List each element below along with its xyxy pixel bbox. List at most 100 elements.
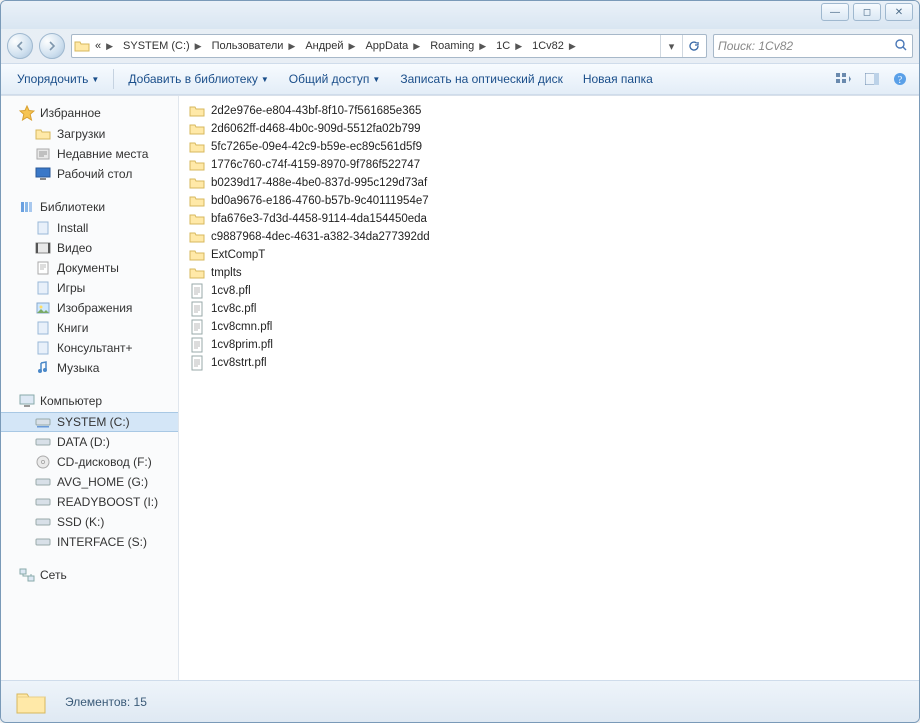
list-item[interactable]: b0239d17-488e-4be0-837d-995c129d73af (185, 174, 913, 192)
sidebar-item-music[interactable]: Музыка (1, 358, 178, 378)
list-item[interactable]: bfa676e3-7d3d-4458-9114-4da154450eda (185, 210, 913, 228)
list-item[interactable]: 1cv8.pfl (185, 282, 913, 300)
computer-header[interactable]: Компьютер (1, 390, 178, 412)
chevron-down-icon: ▼ (261, 75, 269, 84)
sidebar-item-drive-k[interactable]: SSD (K:) (1, 512, 178, 532)
item-label: Недавние места (57, 147, 148, 161)
sidebar-item-drive-d[interactable]: DATA (D:) (1, 432, 178, 452)
file-name: b0239d17-488e-4be0-837d-995c129d73af (211, 177, 427, 189)
refresh-button[interactable] (682, 35, 704, 57)
list-item[interactable]: 2d2e976e-e804-43bf-8f10-7f561685e365 (185, 102, 913, 120)
sidebar-item-recent[interactable]: Недавние места (1, 144, 178, 164)
list-item[interactable]: 5fc7265e-09e4-42c9-b59e-ec89c561d5f9 (185, 138, 913, 156)
sidebar-item-drive-g[interactable]: AVG_HOME (G:) (1, 472, 178, 492)
file-name: 2d6062ff-d468-4b0c-909d-5512fa02b799 (211, 123, 421, 135)
share-button[interactable]: Общий доступ▼ (281, 68, 389, 90)
item-label: Музыка (57, 361, 99, 375)
drive-icon (35, 474, 51, 490)
new-folder-button[interactable]: Новая папка (575, 68, 661, 90)
explorer-window: — ◻ ✕ «▶ SYSTEM (C:)▶ Пользователи▶ Андр… (0, 0, 920, 723)
minimize-button[interactable]: — (821, 3, 849, 21)
folder-icon (189, 103, 205, 119)
close-button[interactable]: ✕ (885, 3, 913, 21)
search-input[interactable]: Поиск: 1Cv82 (713, 34, 913, 58)
drive-icon (35, 534, 51, 550)
item-label: Консультант+ (57, 341, 133, 355)
books-icon (35, 320, 51, 336)
svg-text:?: ? (898, 75, 903, 86)
file-icon (189, 301, 205, 317)
list-item[interactable]: 2d6062ff-d468-4b0c-909d-5512fa02b799 (185, 120, 913, 138)
breadcrumb-label: Roaming (430, 40, 474, 52)
burn-label: Записать на оптический диск (400, 72, 563, 86)
breadcrumb-prefix[interactable]: «▶ (90, 35, 118, 57)
list-item[interactable]: 1776c760-c74f-4159-8970-9f786f522747 (185, 156, 913, 174)
network-icon (19, 567, 35, 583)
breadcrumb-item[interactable]: 1C▶ (491, 35, 527, 57)
file-name: 1cv8strt.pfl (211, 357, 267, 369)
breadcrumb-item[interactable]: SYSTEM (C:)▶ (118, 35, 207, 57)
preview-pane-button[interactable] (861, 69, 883, 89)
sidebar-item-desktop[interactable]: Рабочий стол (1, 164, 178, 184)
pictures-icon (35, 300, 51, 316)
help-button[interactable]: ? (889, 69, 911, 89)
organize-button[interactable]: Упорядочить▼ (9, 68, 107, 90)
chevron-down-icon: ▼ (91, 75, 99, 84)
sidebar-item-drive-i[interactable]: READYBOOST (I:) (1, 492, 178, 512)
burn-button[interactable]: Записать на оптический диск (392, 68, 571, 90)
forward-button[interactable] (39, 33, 65, 59)
games-icon (35, 280, 51, 296)
sidebar-item-video[interactable]: Видео (1, 238, 178, 258)
command-bar: Упорядочить▼ Добавить в библиотеку▼ Общи… (1, 63, 919, 95)
list-item[interactable]: tmplts (185, 264, 913, 282)
network-header[interactable]: Сеть (1, 564, 178, 586)
view-options-button[interactable] (833, 69, 855, 89)
history-dropdown[interactable]: ▾ (660, 35, 682, 57)
file-icon (189, 283, 205, 299)
favorites-header[interactable]: Избранное (1, 102, 178, 124)
list-item[interactable]: c9887968-4dec-4631-a382-34da277392dd (185, 228, 913, 246)
sidebar-item-documents[interactable]: Документы (1, 258, 178, 278)
item-label: AVG_HOME (G:) (57, 475, 148, 489)
breadcrumb-item[interactable]: Андрей▶ (300, 35, 360, 57)
list-item[interactable]: 1cv8c.pfl (185, 300, 913, 318)
breadcrumb-item[interactable]: 1Cv82▶ (527, 35, 581, 57)
libraries-section: Библиотеки Install Видео Документы Игры … (1, 196, 178, 378)
item-label: INTERFACE (S:) (57, 535, 147, 549)
network-section: Сеть (1, 564, 178, 586)
folder-icon (74, 38, 90, 54)
sidebar-item-drive-f[interactable]: CD-дисковод (F:) (1, 452, 178, 472)
star-icon (19, 105, 35, 121)
breadcrumb-item[interactable]: Пользователи▶ (207, 35, 301, 57)
sidebar-item-games[interactable]: Игры (1, 278, 178, 298)
favorites-section: Избранное Загрузки Недавние места Рабочи… (1, 102, 178, 184)
back-button[interactable] (7, 33, 33, 59)
list-item[interactable]: 1cv8prim.pfl (185, 336, 913, 354)
sidebar-item-install[interactable]: Install (1, 218, 178, 238)
libraries-header[interactable]: Библиотеки (1, 196, 178, 218)
list-item[interactable]: 1cv8strt.pfl (185, 354, 913, 372)
sidebar-item-drive-c[interactable]: SYSTEM (C:) (1, 412, 178, 432)
breadcrumb-label: 1Cv82 (532, 40, 564, 52)
sidebar-item-consultant[interactable]: Консультант+ (1, 338, 178, 358)
list-item[interactable]: 1cv8cmn.pfl (185, 318, 913, 336)
list-item[interactable]: bd0a9676-e186-4760-b57b-9c40111954e7 (185, 192, 913, 210)
body: Избранное Загрузки Недавние места Рабочи… (1, 95, 919, 680)
file-list[interactable]: 2d2e976e-e804-43bf-8f10-7f561685e365 2d60… (179, 96, 919, 680)
navigation-pane[interactable]: Избранное Загрузки Недавние места Рабочи… (1, 96, 179, 680)
item-label: Рабочий стол (57, 167, 132, 181)
add-library-button[interactable]: Добавить в библиотеку▼ (120, 68, 276, 90)
maximize-button[interactable]: ◻ (853, 3, 881, 21)
list-item[interactable]: ExtCompT (185, 246, 913, 264)
sidebar-item-pictures[interactable]: Изображения (1, 298, 178, 318)
music-icon (35, 360, 51, 376)
address-bar[interactable]: «▶ SYSTEM (C:)▶ Пользователи▶ Андрей▶ Ap… (71, 34, 707, 58)
breadcrumb-item[interactable]: AppData▶ (360, 35, 425, 57)
folder-icon (189, 229, 205, 245)
breadcrumb-item[interactable]: Roaming▶ (425, 35, 491, 57)
sidebar-item-drive-s[interactable]: INTERFACE (S:) (1, 532, 178, 552)
sidebar-item-books[interactable]: Книги (1, 318, 178, 338)
chevrons-left-icon: « (95, 40, 101, 52)
file-name: tmplts (211, 267, 242, 279)
sidebar-item-downloads[interactable]: Загрузки (1, 124, 178, 144)
